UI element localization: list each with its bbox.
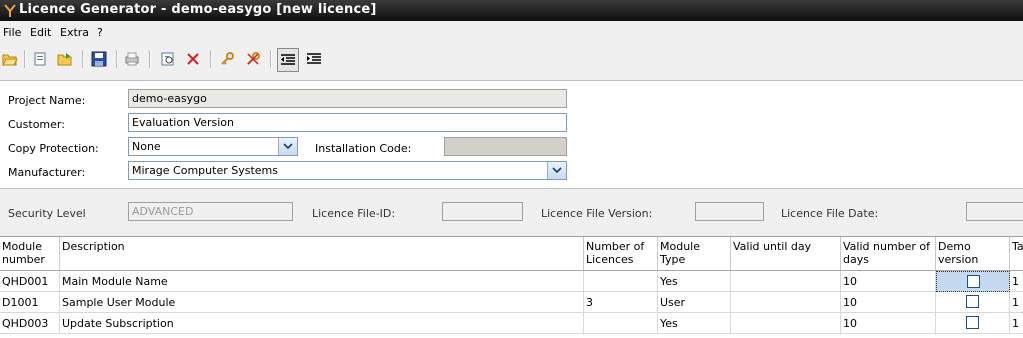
delete-button[interactable] (183, 48, 203, 70)
menu-edit[interactable]: Edit (30, 26, 51, 39)
customer-label: Customer: (8, 118, 65, 131)
description-cell[interactable]: Main Module Name (60, 271, 584, 292)
delete-icon (187, 53, 199, 65)
valid-until-cell[interactable] (731, 271, 841, 292)
menu-extra[interactable]: Extra (60, 26, 89, 39)
key-icon (221, 52, 234, 65)
menu-help[interactable]: ? (97, 26, 103, 39)
demo-version-cell[interactable] (936, 313, 1010, 334)
remove-key-icon (247, 52, 260, 65)
column-header-ta[interactable]: Ta (1010, 237, 1023, 271)
new-icon (34, 52, 46, 66)
column-header-module-type[interactable]: Module Type (658, 237, 731, 271)
manufacturer-value: Mirage Computer Systems (132, 164, 278, 177)
key-button[interactable] (217, 48, 237, 70)
manufacturer-dropdown-button[interactable] (547, 162, 566, 179)
valid-days-cell[interactable]: 10 (841, 292, 936, 313)
toolbar-separator (116, 50, 118, 68)
open-folder-button[interactable] (55, 48, 75, 70)
module-number-cell[interactable]: D1001 (0, 292, 60, 313)
toolbar (0, 44, 1023, 74)
new-button[interactable] (30, 48, 50, 70)
copy-protection-value: None (132, 140, 161, 153)
installation-code-label: Installation Code: (315, 142, 412, 155)
column-header-valid-number-of-days[interactable]: Valid number of days (841, 237, 936, 271)
description-cell[interactable]: Update Subscription (60, 313, 584, 334)
demo-version-cell[interactable] (936, 292, 1010, 313)
demo-version-checkbox[interactable] (966, 316, 979, 329)
copy-protection-select[interactable]: None (128, 137, 298, 156)
folder-icon (57, 53, 72, 66)
preview-icon (161, 52, 174, 66)
save-icon (91, 51, 107, 67)
valid-days-cell[interactable]: 10 (841, 271, 936, 292)
indent-right-button[interactable] (304, 48, 324, 70)
security-level-field: ADVANCED (128, 202, 293, 221)
column-header-module-number[interactable]: Module number (0, 237, 60, 271)
indent-left-icon (281, 54, 295, 65)
preview-button[interactable] (158, 48, 178, 70)
licences-cell[interactable] (584, 313, 658, 334)
column-header-demo-version[interactable]: Demo version (936, 237, 1010, 271)
licence-file-id-label: Licence File-ID: (312, 207, 396, 220)
licence-info-strip: Security Level ADVANCED Licence File-ID:… (0, 192, 1023, 234)
project-name-label: Project Name: (8, 94, 86, 107)
menu-bar: File Edit Extra ? (0, 22, 1023, 42)
toolbar-separator (149, 50, 151, 68)
menu-file[interactable]: File (3, 26, 21, 39)
module-number-cell[interactable]: QHD001 (0, 271, 60, 292)
licence-form: Project Name: demo-easygo Customer: Eval… (0, 80, 1023, 189)
ta-cell[interactable]: 1 (1010, 271, 1023, 292)
copy-protection-label: Copy Protection: (8, 142, 99, 155)
chevron-down-icon (283, 143, 293, 149)
customer-field[interactable]: Evaluation Version (128, 113, 567, 132)
toolbar-separator (24, 50, 26, 68)
valid-until-cell[interactable] (731, 313, 841, 334)
open-button[interactable] (0, 48, 20, 70)
ta-cell[interactable]: 1 (1010, 292, 1023, 313)
module-number-cell[interactable]: QHD003 (0, 313, 60, 334)
ta-cell[interactable]: 1 (1010, 313, 1023, 334)
valid-days-cell[interactable]: 10 (841, 313, 936, 334)
print-button[interactable] (122, 48, 142, 70)
module-type-cell[interactable]: Yes (658, 313, 731, 334)
manufacturer-label: Manufacturer: (8, 166, 86, 179)
column-header-number-of-licences[interactable]: Number of Licences (584, 237, 658, 271)
toolbar-separator (270, 50, 272, 68)
module-type-cell[interactable]: Yes (658, 271, 731, 292)
licence-file-date-label: Licence File Date: (781, 207, 879, 220)
modules-table: Module number Description Number of Lice… (0, 236, 1023, 338)
installation-code-field[interactable] (444, 137, 567, 156)
project-name-field[interactable]: demo-easygo (128, 89, 567, 108)
save-button[interactable] (89, 48, 109, 70)
copy-protection-dropdown-button[interactable] (278, 138, 297, 155)
app-logo-icon (4, 4, 16, 17)
print-icon (125, 52, 139, 66)
toolbar-separator (210, 50, 212, 68)
licence-file-version-label: Licence File Version: (541, 207, 653, 220)
licence-file-date-field (966, 202, 1023, 221)
licence-file-version-field (695, 202, 764, 221)
chevron-down-icon (552, 167, 562, 173)
column-header-valid-until-day[interactable]: Valid until day (731, 237, 841, 271)
column-header-description[interactable]: Description (60, 237, 584, 271)
remove-key-button[interactable] (243, 48, 263, 70)
indent-right-icon (307, 53, 321, 64)
title-bar: Licence Generator - demo-easygo [new lic… (0, 0, 1023, 21)
toolbar-separator (82, 50, 84, 68)
description-cell[interactable]: Sample User Module (60, 292, 584, 313)
demo-version-cell[interactable] (936, 271, 1010, 292)
manufacturer-select[interactable]: Mirage Computer Systems (128, 161, 567, 180)
demo-version-checkbox[interactable] (967, 275, 980, 288)
open-icon (2, 54, 18, 66)
module-type-cell[interactable]: User (658, 292, 731, 313)
licence-file-id-field (442, 202, 523, 221)
demo-version-checkbox[interactable] (966, 295, 979, 308)
licences-cell[interactable] (584, 271, 658, 292)
indent-left-button[interactable] (277, 48, 299, 72)
licences-cell[interactable]: 3 (584, 292, 658, 313)
window-title: Licence Generator - demo-easygo [new lic… (19, 2, 377, 17)
valid-until-cell[interactable] (731, 292, 841, 313)
security-level-label: Security Level (8, 207, 86, 220)
